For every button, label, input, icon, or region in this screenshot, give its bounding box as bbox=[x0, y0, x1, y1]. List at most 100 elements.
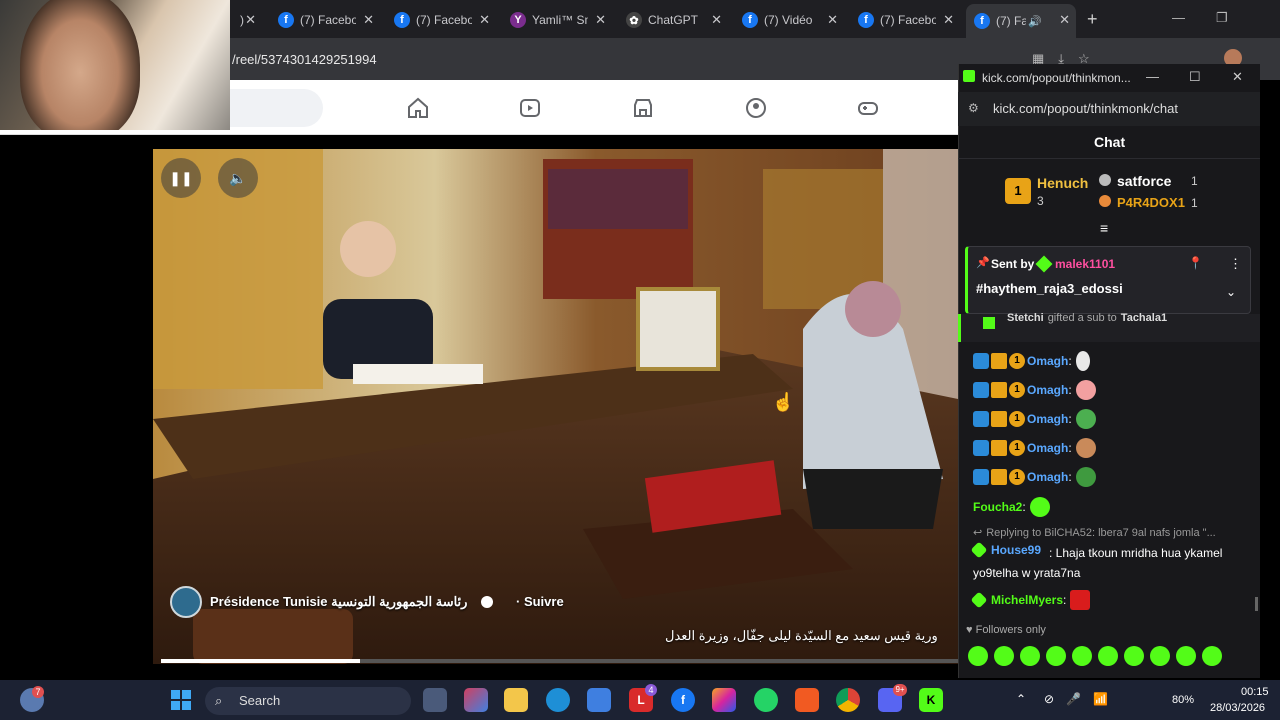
chat-username[interactable]: Omagh bbox=[1027, 441, 1068, 455]
tab-facebook-4[interactable]: f (7) Facebo ✕ bbox=[850, 6, 960, 34]
tab-facebook-2[interactable]: f (7) Facebo ✕ bbox=[270, 6, 380, 34]
reply-context[interactable]: ↩ Replying to BilCHA52: lbera7 9al nafs … bbox=[973, 526, 1216, 540]
chat-text: : Lhaja tkoun mridha hua ykamel yo9telha… bbox=[973, 546, 1223, 580]
emote-icon[interactable] bbox=[1072, 646, 1092, 666]
close-tab-icon[interactable]: ✕ bbox=[711, 12, 722, 28]
chat-username[interactable]: Omagh bbox=[1027, 412, 1068, 426]
chat-username[interactable]: Omagh bbox=[1027, 383, 1068, 397]
tab-facebook-video[interactable]: f (7) Vidéo ✕ bbox=[734, 6, 844, 34]
home-icon[interactable] bbox=[406, 96, 430, 120]
tray-chevron-icon[interactable]: ⌃ bbox=[1016, 692, 1026, 706]
speaker-icon[interactable]: 🔊 bbox=[1028, 15, 1042, 28]
battery-indicator[interactable]: 80% bbox=[1172, 694, 1194, 706]
gaming-icon[interactable] bbox=[856, 96, 880, 120]
emote-icon[interactable] bbox=[994, 646, 1014, 666]
emote-icon[interactable] bbox=[1124, 646, 1144, 666]
close-tab-icon[interactable]: ✕ bbox=[479, 12, 490, 28]
popup-url-text[interactable]: kick.com/popout/thinkmonk/chat bbox=[993, 101, 1178, 116]
kick-app-icon[interactable]: K bbox=[919, 688, 943, 712]
close-tab-icon[interactable]: ✕ bbox=[1059, 12, 1070, 28]
url-text[interactable]: /reel/5374301429251994 bbox=[232, 52, 377, 67]
notification-badge: 7 bbox=[32, 686, 44, 698]
new-tab-button[interactable]: + bbox=[1087, 9, 1098, 30]
clock-time[interactable]: 00:15 bbox=[1241, 686, 1269, 698]
popup-maximize-button[interactable]: ☐ bbox=[1189, 69, 1201, 85]
whatsapp-icon[interactable] bbox=[754, 688, 778, 712]
marketplace-icon[interactable] bbox=[631, 96, 655, 120]
chat-username[interactable]: Omagh bbox=[1027, 470, 1068, 484]
moderator-badge-icon bbox=[973, 469, 989, 485]
minimize-button[interactable]: — bbox=[1172, 10, 1185, 25]
gift-user[interactable]: Stetchi bbox=[1007, 312, 1044, 324]
page-name-link[interactable]: Présidence Tunisie رئاسة الجمهورية التون… bbox=[210, 594, 467, 610]
video-progress-bar[interactable] bbox=[161, 659, 958, 663]
video-icon[interactable] bbox=[518, 96, 542, 120]
emote-icon[interactable] bbox=[1176, 646, 1196, 666]
tab-yamli[interactable]: Y Yamli™ Sm ✕ bbox=[502, 6, 612, 34]
brave-icon[interactable] bbox=[795, 688, 819, 712]
page-avatar[interactable] bbox=[170, 586, 202, 618]
site-info-icon[interactable]: ⚙ bbox=[968, 101, 979, 115]
tab-facebook-3[interactable]: f (7) Facebo ✕ bbox=[386, 6, 496, 34]
task-view-icon[interactable] bbox=[423, 688, 447, 712]
tab-label: (7) Facebo bbox=[880, 13, 936, 27]
search-label: Search bbox=[239, 693, 281, 708]
maximize-button[interactable]: ❐ bbox=[1216, 10, 1228, 26]
emote-icon[interactable] bbox=[1020, 646, 1040, 666]
chat-text: : bbox=[1068, 383, 1072, 397]
close-tab-icon[interactable]: ✕ bbox=[827, 12, 838, 28]
tab-facebook-active[interactable]: f (7) Fa 🔊 ✕ bbox=[966, 4, 1076, 38]
gift-target[interactable]: Tachala1 bbox=[1121, 312, 1167, 324]
tray-icons[interactable]: ⊘🎤📶 bbox=[1044, 692, 1120, 706]
chat-scrollbar[interactable] bbox=[1255, 597, 1258, 611]
chat-username[interactable]: MichelMyers bbox=[991, 593, 1063, 607]
chat-username[interactable]: Omagh bbox=[1027, 354, 1068, 368]
unpin-icon[interactable]: 📍 bbox=[1188, 256, 1203, 270]
microsoft365-icon[interactable] bbox=[464, 688, 488, 712]
leaderboard-icon-3 bbox=[1099, 195, 1111, 207]
edge-icon[interactable] bbox=[546, 688, 570, 712]
file-explorer-icon[interactable] bbox=[504, 688, 528, 712]
clock-date[interactable]: 28/03/2026 bbox=[1210, 702, 1265, 714]
emote-icon[interactable] bbox=[1202, 646, 1222, 666]
tab-facebook-1[interactable]: ) ✕ bbox=[232, 6, 262, 34]
pause-button[interactable]: ❚❚ bbox=[161, 158, 201, 198]
close-tab-icon[interactable]: ✕ bbox=[363, 12, 374, 28]
more-options-icon[interactable]: ⋮ bbox=[1229, 256, 1242, 272]
facebook-search-input[interactable] bbox=[215, 89, 323, 127]
close-tab-icon[interactable]: ✕ bbox=[943, 12, 954, 28]
emote-icon[interactable] bbox=[1150, 646, 1170, 666]
followers-only-label: Followers only bbox=[975, 624, 1046, 636]
discord-badge: 9+ bbox=[893, 684, 907, 696]
emote-bar[interactable] bbox=[968, 646, 1228, 666]
reel-video[interactable] bbox=[153, 149, 958, 664]
facebook-icon: f bbox=[858, 12, 874, 28]
instagram-icon[interactable] bbox=[712, 688, 736, 712]
volume-button[interactable]: 🔈 bbox=[218, 158, 258, 198]
close-tab-icon[interactable]: ✕ bbox=[245, 12, 256, 28]
leaderboard-name-2[interactable]: satforce bbox=[1117, 173, 1171, 189]
emote-icon[interactable] bbox=[1098, 646, 1118, 666]
pinned-sender[interactable]: malek1101 bbox=[1055, 257, 1115, 271]
emote-icon[interactable] bbox=[968, 646, 988, 666]
moderator-badge-icon bbox=[973, 411, 989, 427]
close-tab-icon[interactable]: ✕ bbox=[595, 12, 606, 28]
groups-icon[interactable] bbox=[744, 96, 768, 120]
leaderboard-name-3[interactable]: P4R4DOX1 bbox=[1117, 195, 1185, 210]
expand-leaderboard-icon[interactable]: ≡ bbox=[1100, 220, 1108, 236]
chat-text: : bbox=[1068, 354, 1072, 368]
crown-badge-icon bbox=[991, 440, 1007, 456]
follow-button[interactable]: · Suivre bbox=[516, 594, 564, 609]
leaderboard-name-1[interactable]: Henuch bbox=[1037, 175, 1088, 191]
tab-chatgpt[interactable]: ✿ ChatGPT ✕ bbox=[618, 6, 728, 34]
chrome-icon[interactable] bbox=[836, 688, 860, 712]
start-button[interactable] bbox=[169, 688, 193, 712]
taskbar-search-box[interactable]: ⌕ Search bbox=[205, 687, 411, 715]
popup-minimize-button[interactable]: — bbox=[1146, 69, 1159, 84]
collapse-pinned-icon[interactable]: ⌄ bbox=[1226, 285, 1236, 299]
emote-icon[interactable] bbox=[1046, 646, 1066, 666]
facebook-app-icon[interactable]: f bbox=[671, 688, 695, 712]
popup-close-button[interactable]: ✕ bbox=[1232, 69, 1243, 85]
store-icon[interactable] bbox=[587, 688, 611, 712]
chat-username[interactable]: Foucha2 bbox=[973, 500, 1022, 514]
